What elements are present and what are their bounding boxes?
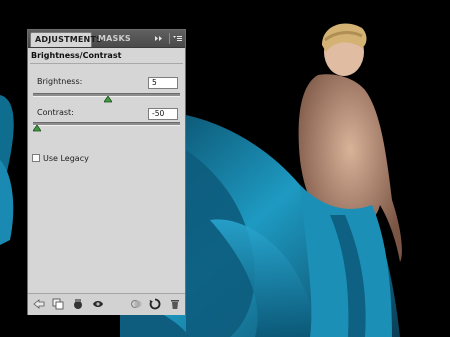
- adjustments-panel: ADJUSTMENTS MASKS Brightness/Contrast Br…: [27, 29, 186, 315]
- contrast-slider-thumb[interactable]: [33, 125, 41, 132]
- brightness-label: Brightness:: [37, 77, 83, 86]
- visibility-eye-icon[interactable]: [92, 298, 104, 310]
- tab-masks[interactable]: MASKS: [94, 32, 132, 47]
- contrast-label: Contrast:: [37, 108, 74, 117]
- expand-arrows-icon[interactable]: [154, 33, 164, 44]
- brightness-slider-thumb[interactable]: [103, 96, 112, 103]
- panel-bottom-toolbar: [28, 293, 185, 315]
- panel-title: Brightness/Contrast: [31, 51, 122, 60]
- contrast-value-field[interactable]: -50: [148, 108, 178, 120]
- use-legacy-checkbox[interactable]: [32, 154, 40, 162]
- brightness-value-field[interactable]: 5: [148, 77, 178, 89]
- delete-icon[interactable]: [169, 298, 181, 310]
- panel-tab-bar: ADJUSTMENTS MASKS: [28, 30, 185, 48]
- view-previous-state-icon[interactable]: [130, 298, 142, 310]
- use-legacy-label: Use Legacy: [43, 154, 89, 163]
- clip-to-layer-icon[interactable]: [72, 298, 84, 310]
- reset-icon[interactable]: [149, 298, 161, 310]
- tab-adjustments[interactable]: ADJUSTMENTS: [30, 32, 102, 47]
- back-arrow-icon[interactable]: [33, 298, 45, 310]
- expanded-view-icon[interactable]: [52, 298, 64, 310]
- tab-divider: [169, 33, 170, 44]
- contrast-slider-track[interactable]: [33, 122, 180, 126]
- title-divider: [30, 63, 183, 64]
- panel-menu-icon[interactable]: [172, 33, 183, 44]
